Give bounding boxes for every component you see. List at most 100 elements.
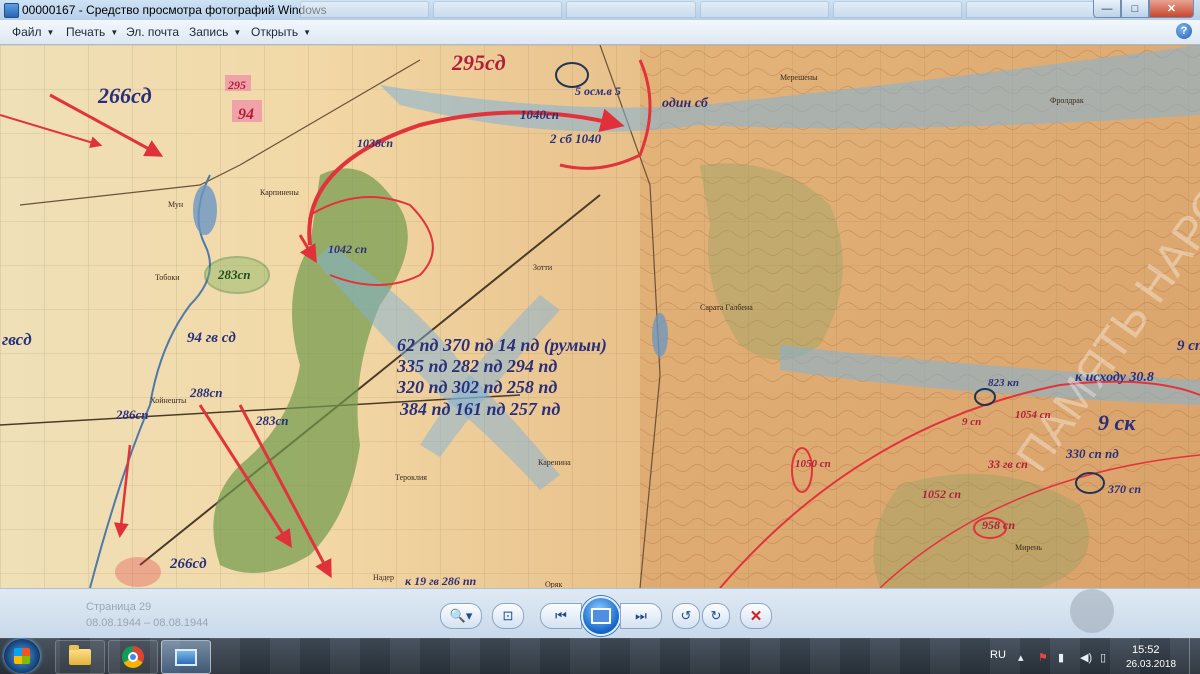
chevron-down-icon: ▼	[233, 28, 242, 37]
action-center-icon[interactable]: ⚑	[1038, 651, 1048, 664]
map-annotation: к 19 гв 286 пп	[405, 574, 477, 588]
photo-viewer-icon	[175, 648, 197, 666]
rotate-cw-icon: ↻	[710, 608, 722, 623]
background-tab	[965, 1, 1096, 18]
background-browser-tabs	[300, 1, 1096, 18]
map-annotation: 9 сп	[1177, 338, 1200, 354]
rotate-ccw-icon: ↺	[680, 608, 692, 623]
lake	[652, 313, 668, 357]
place-name: Тероклия	[395, 473, 427, 482]
map-annotation: 33 гв сп	[987, 457, 1028, 471]
map-annotation: 94	[238, 106, 254, 123]
volume-icon[interactable]: ◀)	[1080, 651, 1092, 664]
chevron-down-icon: ▼	[110, 28, 119, 37]
clock-time[interactable]: 15:52	[1132, 644, 1160, 656]
menu-bar: Файл ▼ Печать ▼ Эл. почта Запись ▼ Открыть ▼…	[0, 20, 1200, 45]
show-hidden-icons-icon[interactable]: ▴	[1018, 651, 1024, 664]
map-annotation: 295сд	[451, 50, 506, 75]
place-name: Мерешены	[780, 73, 818, 82]
place-name: Зотти	[533, 263, 553, 272]
network-icon[interactable]: ▮	[1058, 651, 1064, 664]
maximize-button[interactable]: □	[1121, 0, 1149, 18]
place-name: Тобоки	[155, 273, 180, 282]
lake	[193, 185, 217, 235]
map-annotation: 283сп	[255, 413, 289, 428]
fit-window-icon: ⊡	[502, 608, 514, 623]
photo-viewer-app-icon	[4, 3, 19, 18]
help-icon[interactable]: ?	[1176, 23, 1192, 39]
map-annotation: 94 гв сд	[187, 330, 236, 346]
map-annotation: гвсд	[2, 330, 32, 349]
close-button[interactable]: ✕	[1149, 0, 1194, 18]
menu-print[interactable]: Печать ▼	[66, 25, 118, 39]
map-annotation: к исходу 30.8	[1075, 370, 1154, 385]
previous-button[interactable]: ⏮	[540, 603, 582, 629]
place-name: Хойнешты	[150, 396, 187, 405]
ghost-circle-icon	[1070, 589, 1114, 633]
background-tab	[433, 1, 563, 18]
ghost-page-label: Страница 29	[86, 601, 152, 613]
taskbar-photo-viewer[interactable]	[161, 640, 211, 674]
menu-email[interactable]: Эл. почта	[126, 25, 179, 39]
start-button[interactable]	[4, 639, 40, 673]
map-annotation: 1052 сп	[922, 487, 961, 501]
show-desktop-button[interactable]	[1189, 638, 1200, 674]
title-bar: 00000167 - Средство просмотра фотографий…	[0, 0, 1200, 21]
zoom-button[interactable]: 🔍▾	[440, 603, 482, 629]
taskbar: RU ▴ ⚑ ▮ ◀) ▯ 15:52 26.03.2018	[0, 638, 1200, 674]
rotate-right-button[interactable]: ↻	[702, 603, 730, 629]
menu-burn-label: Запись	[189, 25, 229, 39]
slideshow-button[interactable]	[581, 596, 621, 636]
next-icon: ⏭	[635, 608, 647, 623]
map-annotation: 823 кп	[988, 377, 1019, 389]
map-annotation: 1038сп	[357, 136, 393, 150]
background-tab	[300, 1, 430, 18]
minimize-button[interactable]: —	[1093, 0, 1121, 18]
map-annotation: один сб	[662, 96, 709, 111]
ghost-dates-label: 08.08.1944 – 08.08.1944	[86, 617, 209, 629]
menu-file[interactable]: Файл ▼	[12, 25, 54, 39]
map-annotation: 295	[227, 78, 246, 92]
magnifier-icon: 🔍▾	[449, 608, 473, 623]
taskbar-chrome[interactable]	[108, 640, 158, 674]
slideshow-icon	[591, 608, 611, 624]
map-annotation: 266сд	[169, 556, 207, 572]
delete-button[interactable]: ✕	[740, 603, 772, 629]
background-tab	[566, 1, 696, 18]
next-button[interactable]: ⏭	[620, 603, 662, 629]
map-annotation: 335 пд 282 пд 294 пд	[396, 356, 557, 376]
menu-burn[interactable]: Запись ▼	[189, 25, 241, 39]
map-annotation: 370 сп	[1107, 482, 1141, 496]
place-name: Мун	[168, 200, 184, 209]
map-annotation: 283сп	[217, 267, 251, 282]
menu-open[interactable]: Открыть ▼	[251, 25, 311, 39]
place-name: Надер	[373, 573, 394, 582]
map-annotation: 1054 сп	[1015, 409, 1051, 421]
clock-date[interactable]: 26.03.2018	[1126, 659, 1176, 670]
place-name: Оряк	[545, 580, 562, 588]
language-indicator[interactable]: RU	[990, 649, 1006, 661]
power-icon[interactable]: ▯	[1100, 651, 1106, 664]
place-name: Карпинены	[260, 188, 299, 197]
place-name: Каренина	[538, 458, 571, 467]
folder-icon	[69, 645, 91, 665]
delete-icon: ✕	[749, 608, 763, 625]
map-annotation: 266сд	[97, 83, 152, 108]
background-tab	[699, 1, 829, 18]
background-tab	[832, 1, 962, 18]
photo-canvas[interactable]: ПАМЯТЬ НАРОДА 266сд 295 94 295сд 5 осм.в…	[0, 45, 1200, 588]
map-annotation: 1050 сп	[795, 458, 831, 470]
map-annotation: 958 сп	[982, 518, 1015, 532]
map-annotation: 5 осм.в 5	[575, 84, 621, 98]
chevron-down-icon: ▼	[46, 28, 55, 37]
place-name: Мирень	[1015, 543, 1042, 552]
actual-size-button[interactable]: ⊡	[492, 603, 524, 629]
map-annotation: 320 пд 302 пд 258 пд	[396, 377, 557, 397]
menu-print-label: Печать	[66, 25, 106, 39]
taskbar-explorer[interactable]	[55, 640, 105, 674]
map-annotation: 1040сп	[520, 107, 559, 122]
rotate-left-button[interactable]: ↺	[672, 603, 700, 629]
window-controls: — □ ✕	[1093, 0, 1194, 18]
map-annotation: 2 сб 1040	[549, 131, 602, 146]
playback-control-bar: Страница 29 08.08.1944 – 08.08.1944 🔍▾ ⊡…	[0, 588, 1200, 639]
